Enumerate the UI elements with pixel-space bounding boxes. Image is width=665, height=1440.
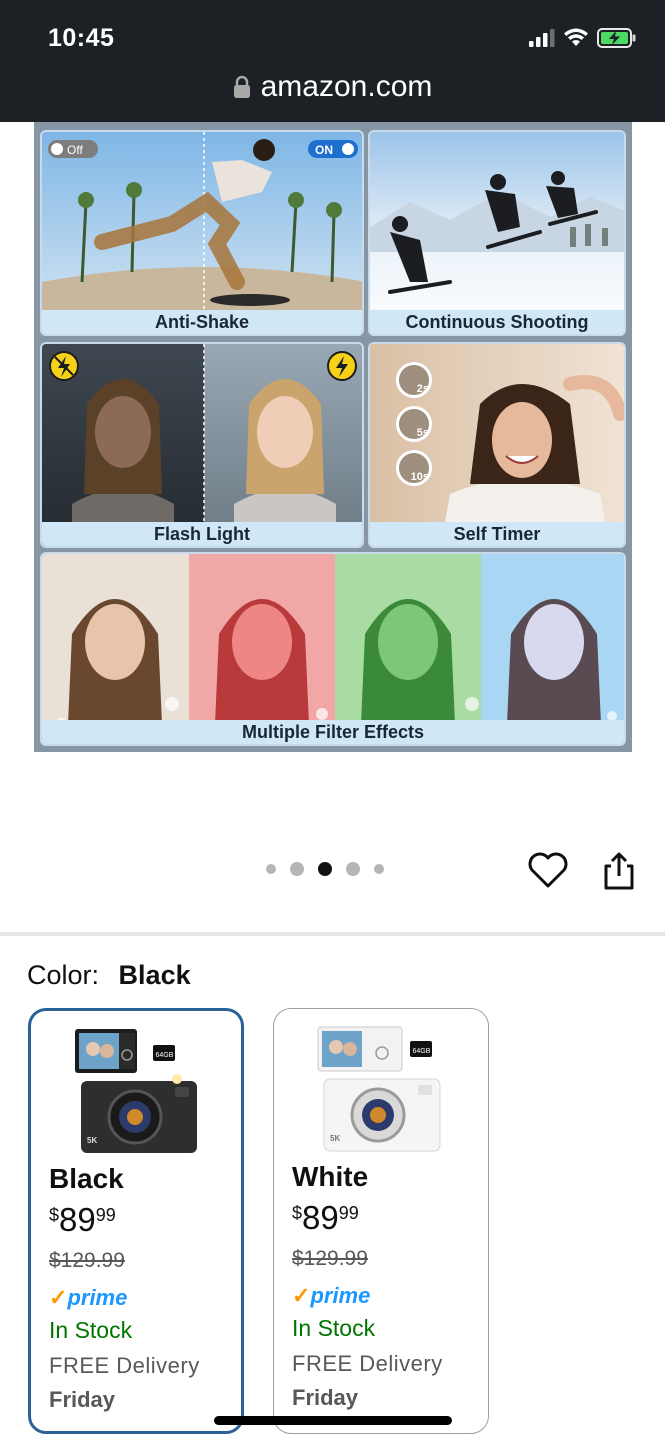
flash-light-photo xyxy=(42,344,362,546)
prime-check-icon: ✓ xyxy=(49,1285,68,1310)
color-label: Color: xyxy=(27,960,100,990)
home-indicator[interactable] xyxy=(214,1416,452,1425)
prime-label: prime xyxy=(67,1285,128,1310)
availability-status: In Stock xyxy=(49,1317,133,1343)
price-fraction: 99 xyxy=(95,1205,116,1225)
black-thumb-card-label: 64GB xyxy=(156,1052,174,1059)
timer-5s-badge: 5s xyxy=(396,406,432,442)
status-icons xyxy=(529,28,637,48)
heart-icon[interactable] xyxy=(526,848,570,892)
price-whole: 89 xyxy=(59,1201,96,1238)
delivery-info: FREE Delivery xyxy=(292,1351,443,1376)
anti-shake-photo: Off ON xyxy=(42,132,362,334)
section-divider xyxy=(0,932,665,936)
lock-icon xyxy=(233,75,250,98)
availability-status: In Stock xyxy=(292,1315,376,1341)
continuous-shooting-photo xyxy=(370,132,624,334)
carousel-dot-1[interactable] xyxy=(266,864,276,874)
anti-shake-toggle-off: Off xyxy=(67,143,83,157)
white-thumb-badge: 5K xyxy=(330,1134,340,1143)
tile-caption-filter-effects: Multiple Filter Effects xyxy=(42,720,624,744)
delivery-info: FREE Delivery xyxy=(49,1353,200,1378)
wifi-icon xyxy=(564,28,588,46)
color-selected-value: Black xyxy=(118,960,191,990)
tile-caption-anti-shake: Anti-Shake xyxy=(42,310,362,334)
prime-label: prime xyxy=(310,1283,371,1308)
price-whole: 89 xyxy=(302,1199,339,1236)
status-time: 10:45 xyxy=(48,24,115,52)
list-price: $129.99 xyxy=(49,1249,125,1272)
feature-tile-anti-shake: Off ON Anti-Shake xyxy=(40,130,364,336)
carousel-dot-4[interactable] xyxy=(346,862,360,876)
product-image-gallery[interactable]: Off ON Anti-Shake Continuous Shooting Fl… xyxy=(34,122,632,752)
black-camera-thumbnail: 64GB 5K xyxy=(75,1029,197,1153)
feature-tile-continuous-shooting: Continuous Shooting xyxy=(368,130,626,336)
battery-charging-icon xyxy=(597,28,636,48)
share-icon[interactable] xyxy=(600,850,638,892)
prime-check-icon: ✓ xyxy=(292,1283,311,1308)
carousel-dot-5[interactable] xyxy=(374,864,384,874)
tile-caption-continuous-shooting: Continuous Shooting xyxy=(370,310,624,334)
feature-tile-flash-light: Flash Light xyxy=(40,342,364,548)
option-name: White xyxy=(292,1161,369,1192)
tile-caption-self-timer: Self Timer xyxy=(370,522,624,546)
delivery-day: Friday xyxy=(49,1387,116,1412)
price-currency: $ xyxy=(49,1205,60,1225)
price-currency: $ xyxy=(292,1203,303,1223)
list-price: $129.99 xyxy=(292,1247,368,1270)
price-fraction: 99 xyxy=(338,1203,359,1223)
tile-caption-flash-light: Flash Light xyxy=(42,522,362,546)
black-thumb-badge: 5K xyxy=(87,1136,97,1145)
option-name: Black xyxy=(49,1163,124,1194)
delivery-day: Friday xyxy=(292,1385,359,1410)
white-camera-thumbnail: 64GB 5K xyxy=(317,1026,441,1152)
carousel-dot-2[interactable] xyxy=(290,862,304,876)
carousel-dot-3[interactable] xyxy=(318,862,332,876)
prime-badge: ✓prime xyxy=(49,1285,127,1311)
white-thumb-card-label: 64GB xyxy=(413,1048,431,1055)
option-price: $8999 xyxy=(292,1199,359,1237)
image-carousel-dots[interactable] xyxy=(266,862,384,876)
anti-shake-toggle-on: ON xyxy=(315,143,333,157)
timer-2s-badge: 2s xyxy=(396,362,432,398)
timer-badges: 2s 5s 10s xyxy=(396,362,432,486)
timer-10s-badge: 10s xyxy=(396,450,432,486)
option-price: $8999 xyxy=(49,1201,116,1239)
color-selector-label: Color: Black xyxy=(27,960,191,991)
feature-tile-filter-effects: Multiple Filter Effects xyxy=(40,552,626,746)
color-option-black[interactable]: 64GB 5K Black $8999 $129.99 ✓prime In St… xyxy=(28,1008,244,1434)
signal-icon xyxy=(529,29,555,47)
feature-tile-self-timer: 2s 5s 10s Self Timer xyxy=(368,342,626,548)
address-domain: amazon.com xyxy=(260,70,433,103)
filter-effects-photo xyxy=(42,554,624,744)
color-option-white[interactable]: 64GB 5K White $8999 $129.99 ✓prime In St… xyxy=(273,1008,489,1434)
prime-badge: ✓prime xyxy=(292,1283,370,1309)
address-bar[interactable]: amazon.com xyxy=(0,70,665,104)
browser-top-bar: 10:45 amazon.com xyxy=(0,0,665,122)
